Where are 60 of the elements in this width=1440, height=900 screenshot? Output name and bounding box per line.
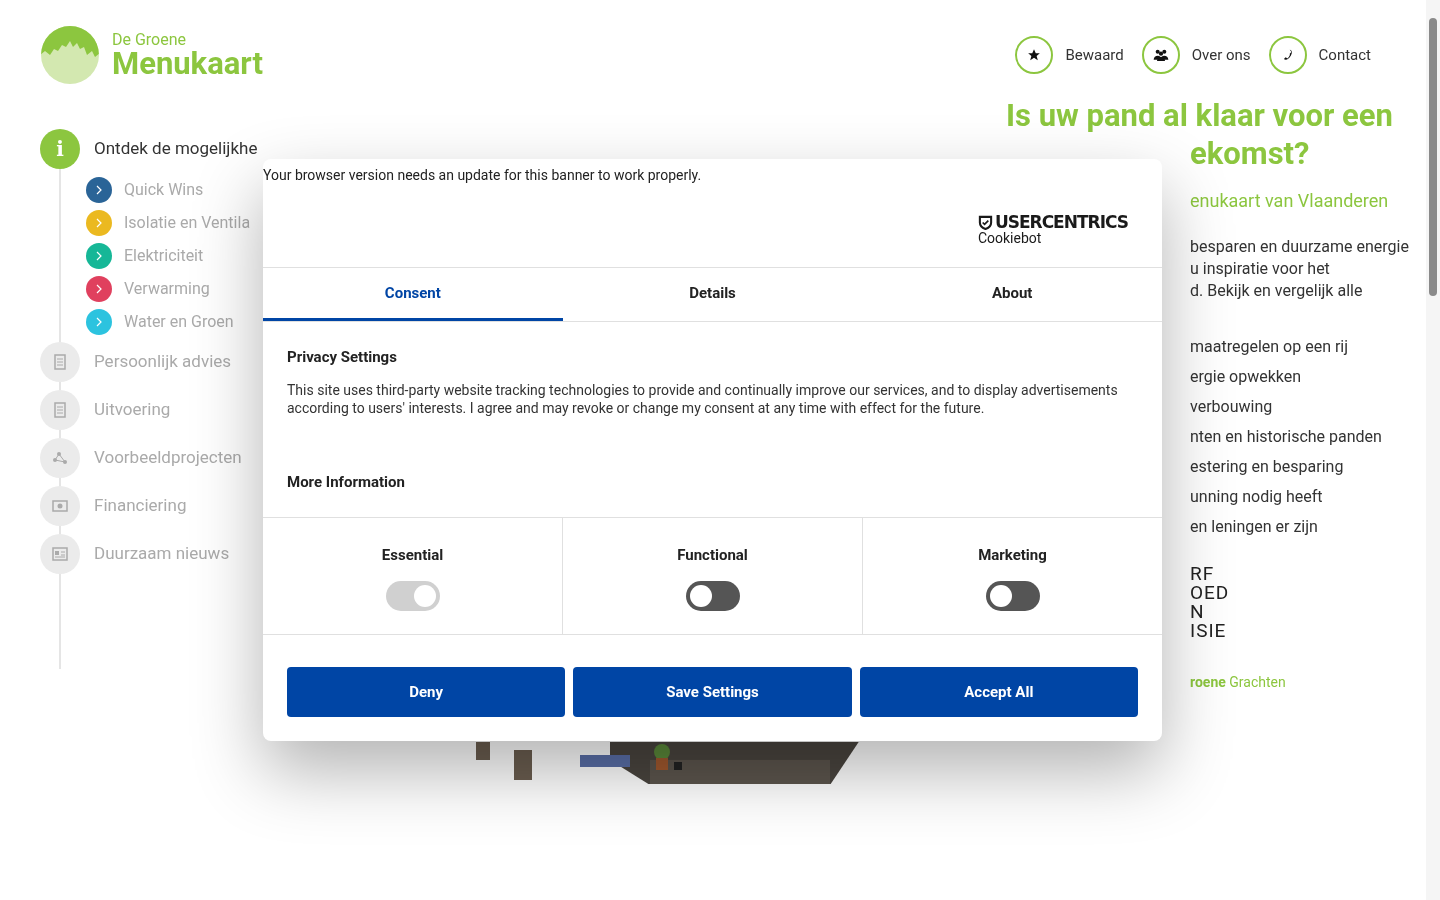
dialog-tab[interactable]: About (862, 268, 1162, 321)
category-label: Essential (381, 545, 444, 566)
partner-logo-text: OED (1190, 583, 1231, 602)
dialog-button[interactable]: Accept All (859, 667, 1138, 717)
sidebar-sublabel: Elektriciteit (124, 244, 204, 267)
paragraph-line: u inspiratie voor het (1190, 258, 1331, 280)
logo-tagline: De Groene (112, 31, 188, 48)
info-icon: i (56, 139, 64, 159)
category-label: Marketing (978, 545, 1047, 566)
category-label: Functional (677, 545, 748, 566)
sidebar-item[interactable]: i Ontdek de mogelijkhe (40, 125, 263, 173)
sidebar-label: Uitvoering (94, 398, 171, 422)
list-item: ergie opwekken (1190, 366, 1303, 388)
sidebar-label: Duurzaam nieuws (94, 542, 230, 566)
partner-logo-text: roene Grachten (1190, 673, 1287, 692)
brand-logo: USERCENTRICS (977, 214, 1128, 231)
list-item: verbouwing (1190, 396, 1274, 418)
toggle-switch[interactable] (985, 580, 1040, 611)
sidebar-label: Ontdek de mogelijkhe (94, 137, 258, 161)
people-icon (1152, 48, 1169, 62)
sidebar-label: Persoonlijk advies (94, 350, 232, 374)
sidebar-sublabel: Isolatie en Ventila (124, 211, 251, 234)
toggle-switch[interactable] (685, 580, 740, 611)
dialog-button[interactable]: Save Settings (573, 667, 852, 717)
list-item: estering en besparing (1190, 456, 1345, 478)
more-information-link[interactable]: More Information (287, 470, 1138, 493)
partner-logo-text: N (1190, 602, 1206, 621)
browser-notice: Your browser version needs an update for this banner to work properly. (263, 166, 703, 185)
partner-logo-text: ISIE (1190, 621, 1228, 640)
list-item: maatregelen op een rij (1190, 336, 1350, 358)
dialog-tab[interactable]: Consent (263, 268, 563, 321)
list-item: en leningen er zijn (1190, 516, 1319, 538)
banknote-icon (52, 500, 68, 512)
nav-link[interactable]: Contact (1268, 36, 1371, 74)
sidebar-label: Financiering (94, 494, 187, 518)
nav-link[interactable]: Over ons (1141, 36, 1251, 74)
subtitle: enukaart van Vlaanderen (1190, 189, 1390, 213)
section-heading: Privacy Settings (287, 347, 398, 368)
sidebar-sublabel: Quick Wins (124, 178, 204, 201)
nav-link[interactable]: Bewaard (1015, 36, 1124, 74)
partner-logo-text: RF (1190, 564, 1216, 583)
star-icon (1027, 48, 1042, 62)
scrollbar[interactable] (1426, 0, 1440, 900)
document-icon (54, 402, 66, 418)
sidebar-sublabel: Verwarming (124, 277, 210, 300)
heading: ekomst? (1189, 135, 1311, 173)
dialog-button[interactable]: Deny (287, 667, 566, 717)
paragraph-line: d. Bekijk en vergelijk alle (1190, 280, 1364, 302)
document-icon (54, 354, 66, 370)
network-icon (52, 451, 68, 465)
list-item: nten en historische panden (1190, 426, 1383, 448)
heading: Is uw pand al klaar voor een (1006, 97, 1394, 135)
sidebar-sublabel: Water en Groen (124, 310, 234, 333)
consent-text: This site uses third-party website tracking technologies to provide and continually improve our services, and to display advertisements according to users' interests. I agree and may revoke or change my consent at any time with effect for the future. (287, 380, 1119, 417)
brand-subtitle: Cookiebot (977, 231, 1042, 245)
dialog-tab[interactable]: Details (562, 268, 863, 321)
list-item: unning nodig heeft (1190, 486, 1324, 508)
logo-title: Menukaart (112, 47, 263, 79)
newspaper-icon (52, 547, 68, 561)
sidebar-label: Voorbeeldprojecten (94, 446, 242, 470)
